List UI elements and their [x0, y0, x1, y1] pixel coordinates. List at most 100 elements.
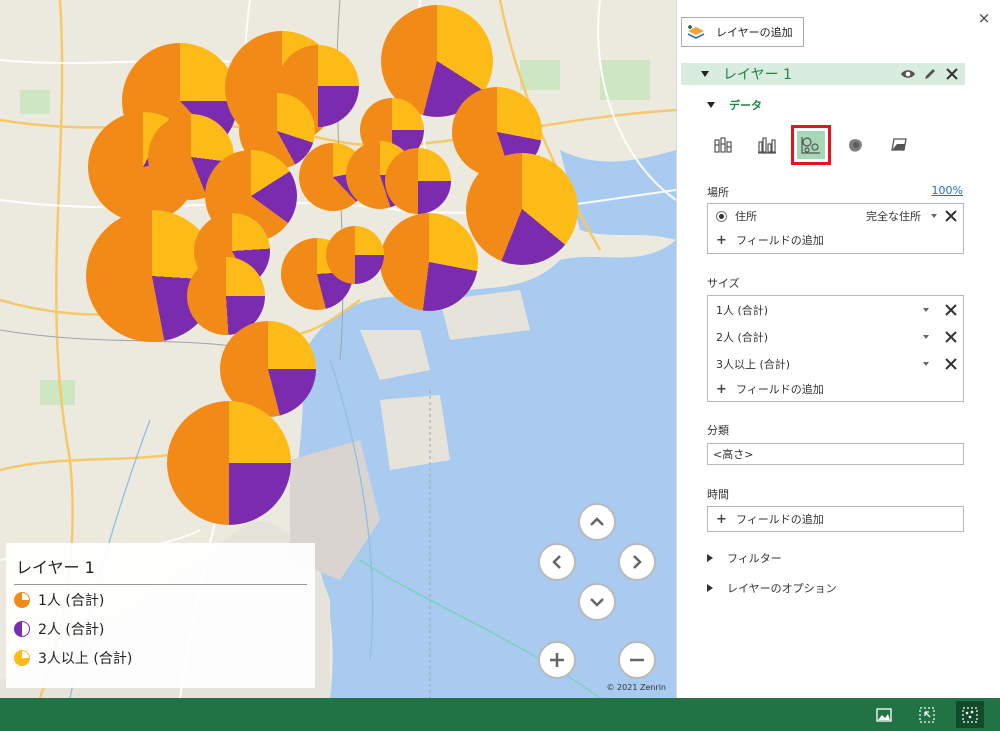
- legend-title: レイヤー 1: [14, 555, 307, 585]
- add-layer-button[interactable]: レイヤーの追加: [681, 17, 804, 47]
- region-icon: [891, 138, 907, 151]
- pie-yellow-icon: [14, 649, 30, 666]
- app-window: レイヤー 1 1人 (合計) 2人 (合計) 3人以上 (合計) © 2021 …: [0, 0, 1000, 731]
- size-field-name: 2人 (合計): [716, 330, 769, 344]
- expand-triangle-icon[interactable]: [707, 584, 713, 592]
- clustered-column-icon: [758, 137, 776, 154]
- layer-header[interactable]: レイヤー 1: [681, 63, 965, 85]
- layer-options-header[interactable]: レイヤーのオプション: [707, 580, 837, 596]
- remove-field-icon[interactable]: [943, 208, 959, 224]
- layer-options-label: レイヤーのオプション: [727, 582, 837, 595]
- chevron-down-icon[interactable]: [923, 361, 929, 366]
- stacked-column-icon: [714, 137, 732, 153]
- filter-section-header[interactable]: フィルター: [707, 550, 782, 566]
- map-copyright: © 2021 Zenrin: [606, 683, 667, 692]
- plus-icon: +: [716, 232, 727, 248]
- map-view-icon: [876, 707, 892, 722]
- pie-bubble[interactable]: [380, 213, 478, 311]
- pencil-icon[interactable]: [921, 65, 939, 83]
- chevron-down-icon[interactable]: [931, 214, 937, 218]
- status-bar: [0, 698, 1000, 731]
- clustered-column-button[interactable]: [753, 131, 781, 159]
- collapse-triangle-icon[interactable]: [707, 102, 715, 108]
- category-value: <高さ>: [713, 448, 754, 461]
- pan-right-button[interactable]: [618, 543, 656, 581]
- legend-item-three-plus: 3人以上 (合計): [14, 643, 307, 672]
- expand-triangle-icon[interactable]: [707, 554, 713, 562]
- down-arrow-icon: [590, 598, 604, 607]
- legend-item-two-person: 2人 (合計): [14, 614, 307, 643]
- pan-up-button[interactable]: [578, 503, 616, 541]
- data-section-header[interactable]: データ: [707, 97, 762, 113]
- chevron-down-icon[interactable]: [923, 307, 929, 312]
- size-field-box: 1人 (合計) 2人 (合計) 3人以上 (合計) + フィールドの追加: [707, 295, 964, 402]
- fit-view-icon: [962, 706, 978, 723]
- add-location-field[interactable]: + フィールドの追加: [708, 228, 963, 252]
- size-field-name: 1人 (合計): [716, 303, 769, 317]
- location-field-name: 住所: [735, 210, 757, 223]
- heat-map-button[interactable]: [841, 131, 869, 159]
- size-label: サイズ: [707, 277, 740, 290]
- add-time-field[interactable]: + フィールドの追加: [708, 507, 963, 531]
- add-field-label: フィールドの追加: [736, 383, 824, 396]
- legend-item-label: 2人 (合計): [38, 621, 105, 638]
- eye-icon[interactable]: [899, 65, 917, 83]
- add-field-label: フィールドの追加: [736, 234, 824, 247]
- delete-layer-icon[interactable]: [943, 65, 961, 83]
- size-field-row[interactable]: 3人以上 (合計): [708, 350, 963, 377]
- collapse-triangle-icon[interactable]: [701, 71, 709, 77]
- close-icon[interactable]: ×: [976, 10, 992, 26]
- pie-bubble[interactable]: [167, 401, 291, 525]
- bubble-chart-button[interactable]: [791, 125, 831, 165]
- map-view-button[interactable]: [870, 701, 898, 728]
- stacked-column-button[interactable]: [709, 131, 737, 159]
- heat-map-icon: [849, 139, 862, 152]
- category-label: 分類: [707, 424, 729, 437]
- add-layer-icon: [687, 25, 705, 40]
- pie-bubble[interactable]: [385, 148, 451, 214]
- bubble-icon: [801, 137, 820, 154]
- plus-icon: +: [716, 511, 727, 527]
- match-percentage-link[interactable]: 100%: [932, 184, 963, 197]
- up-arrow-icon: [590, 517, 604, 526]
- pan-down-button[interactable]: [578, 583, 616, 621]
- map-legend: レイヤー 1 1人 (合計) 2人 (合計) 3人以上 (合計): [6, 543, 315, 688]
- pie-purple-icon: [14, 620, 30, 637]
- legend-item-one-person: 1人 (合計): [14, 585, 307, 614]
- pan-left-button[interactable]: [538, 543, 576, 581]
- pie-orange-icon: [14, 591, 30, 608]
- add-layer-label: レイヤーの追加: [716, 26, 793, 39]
- location-field-box: 住所 完全な住所 + フィールドの追加: [707, 203, 964, 254]
- remove-field-icon[interactable]: [943, 329, 959, 345]
- data-section-title: データ: [729, 99, 762, 112]
- zoom-out-icon: [630, 658, 644, 662]
- location-field-row[interactable]: 住所 完全な住所: [708, 204, 963, 228]
- zoom-in-button[interactable]: [538, 641, 576, 679]
- region-button[interactable]: [885, 131, 913, 159]
- add-size-field[interactable]: + フィールドの追加: [708, 377, 963, 401]
- time-label: 時間: [707, 488, 729, 501]
- right-arrow-icon: [633, 555, 642, 569]
- left-arrow-icon: [552, 555, 561, 569]
- radio-selected-icon[interactable]: [716, 210, 727, 222]
- chevron-down-icon[interactable]: [923, 334, 929, 339]
- size-field-row[interactable]: 2人 (合計): [708, 323, 963, 350]
- filter-label: フィルター: [727, 552, 782, 565]
- pie-bubble[interactable]: [326, 226, 384, 284]
- size-field-row[interactable]: 1人 (合計): [708, 296, 963, 323]
- zoom-out-button[interactable]: [618, 641, 656, 679]
- select-region-button[interactable]: [913, 701, 941, 728]
- remove-field-icon[interactable]: [943, 356, 959, 372]
- remove-field-icon[interactable]: [943, 302, 959, 318]
- location-label: 場所: [707, 186, 729, 199]
- map-view[interactable]: レイヤー 1 1人 (合計) 2人 (合計) 3人以上 (合計) © 2021 …: [0, 0, 676, 698]
- layer-pane: × レイヤーの追加 レイヤー 1 データ 場所 100% 住所 完全な住所 + …: [676, 0, 1000, 698]
- time-field-box[interactable]: + フィールドの追加: [707, 506, 964, 532]
- category-field-box[interactable]: <高さ>: [707, 443, 964, 465]
- category-field[interactable]: <高さ>: [708, 444, 963, 464]
- pie-bubble[interactable]: [466, 153, 578, 265]
- fit-view-button[interactable]: [956, 701, 984, 728]
- plus-icon: +: [716, 381, 727, 397]
- location-type-select[interactable]: 完全な住所: [866, 208, 921, 224]
- select-region-icon: [919, 706, 935, 723]
